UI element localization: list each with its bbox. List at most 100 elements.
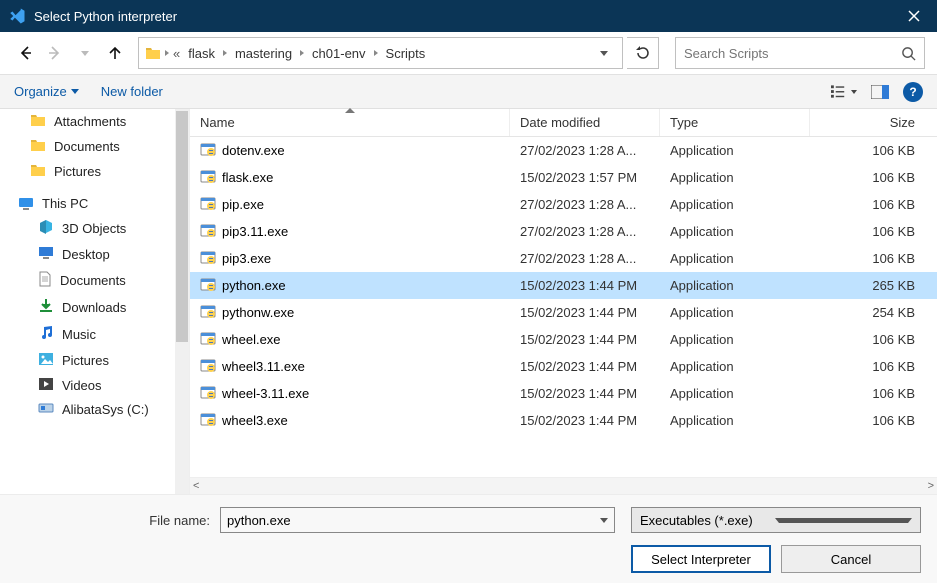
exe-icon bbox=[200, 195, 216, 214]
refresh-button[interactable] bbox=[627, 37, 659, 69]
sidebar-item[interactable]: Documents bbox=[0, 134, 189, 159]
window-title: Select Python interpreter bbox=[34, 9, 891, 24]
sidebar-item[interactable]: Music bbox=[0, 321, 189, 348]
path-dropdown[interactable] bbox=[592, 38, 616, 68]
sidebar-item[interactable]: Videos bbox=[0, 373, 189, 398]
chevron-right-icon bbox=[223, 50, 227, 56]
sidebar-scrollbar[interactable] bbox=[175, 109, 189, 494]
sidebar-this-pc[interactable]: This PC bbox=[0, 192, 189, 215]
breadcrumb-bar[interactable]: « flask mastering ch01-env Scripts bbox=[138, 37, 623, 69]
file-size: 106 KB bbox=[810, 137, 937, 164]
file-row[interactable]: pip3.exe27/02/2023 1:28 A...Application1… bbox=[190, 245, 937, 272]
column-headers: Name Date modified Type Size bbox=[190, 109, 937, 137]
file-row[interactable]: wheel3.exe15/02/2023 1:44 PMApplication1… bbox=[190, 407, 937, 434]
select-interpreter-button[interactable]: Select Interpreter bbox=[631, 545, 771, 573]
breadcrumb-segment[interactable]: ch01-env bbox=[308, 44, 369, 63]
sidebar-item[interactable]: 3D Objects bbox=[0, 215, 189, 242]
arrow-right-icon bbox=[47, 45, 63, 61]
sidebar-item[interactable]: Pictures bbox=[0, 348, 189, 373]
exe-icon bbox=[200, 357, 216, 376]
breadcrumb-segment[interactable]: mastering bbox=[231, 44, 296, 63]
search-icon bbox=[901, 46, 916, 61]
cancel-button[interactable]: Cancel bbox=[781, 545, 921, 573]
file-name: dotenv.exe bbox=[222, 143, 285, 158]
file-row[interactable]: flask.exe15/02/2023 1:57 PMApplication10… bbox=[190, 164, 937, 191]
sidebar-item[interactable]: Downloads bbox=[0, 294, 189, 321]
forward-button[interactable] bbox=[42, 40, 68, 66]
horizontal-scrollbar[interactable]: < > bbox=[190, 477, 937, 494]
exe-icon bbox=[200, 168, 216, 187]
exe-icon bbox=[200, 330, 216, 349]
sidebar-item[interactable]: AlibataSys (C:) bbox=[0, 398, 189, 421]
chevron-right-icon bbox=[300, 50, 304, 56]
column-header-date[interactable]: Date modified bbox=[510, 109, 660, 136]
organize-button[interactable]: Organize bbox=[14, 84, 79, 99]
file-name-input-wrapper[interactable] bbox=[220, 507, 615, 533]
item-icon bbox=[38, 219, 54, 238]
exe-icon bbox=[200, 222, 216, 241]
close-button[interactable] bbox=[891, 0, 937, 32]
file-size: 106 KB bbox=[810, 407, 937, 434]
search-box[interactable] bbox=[675, 37, 925, 69]
scroll-left-icon[interactable]: < bbox=[193, 480, 199, 492]
chevron-down-icon[interactable] bbox=[600, 518, 608, 523]
chevron-right-icon bbox=[374, 50, 378, 56]
file-date: 15/02/2023 1:57 PM bbox=[510, 164, 660, 191]
toolbar: Organize New folder ? bbox=[0, 75, 937, 109]
file-date: 27/02/2023 1:28 A... bbox=[510, 137, 660, 164]
column-header-size[interactable]: Size bbox=[810, 109, 937, 136]
breadcrumb-ellipsis[interactable]: « bbox=[173, 46, 180, 61]
sidebar-item[interactable]: Desktop bbox=[0, 242, 189, 267]
breadcrumb-segment[interactable]: flask bbox=[184, 44, 219, 63]
breadcrumb-segment[interactable]: Scripts bbox=[382, 44, 430, 63]
refresh-icon bbox=[635, 45, 651, 61]
file-type: Application bbox=[660, 272, 810, 299]
file-name: wheel3.11.exe bbox=[222, 359, 305, 374]
view-options-button[interactable] bbox=[831, 79, 857, 105]
file-type-filter[interactable]: Executables (*.exe) bbox=[631, 507, 921, 533]
organize-label: Organize bbox=[14, 84, 67, 99]
exe-icon bbox=[200, 384, 216, 403]
folder-icon bbox=[30, 113, 46, 130]
sidebar-item-label: Attachments bbox=[54, 114, 126, 129]
help-button[interactable]: ? bbox=[903, 82, 923, 102]
sidebar-item-label: AlibataSys (C:) bbox=[62, 402, 149, 417]
chevron-right-icon bbox=[165, 50, 169, 56]
item-icon bbox=[38, 352, 54, 369]
recent-dropdown[interactable] bbox=[72, 40, 98, 66]
file-name-input[interactable] bbox=[227, 513, 600, 528]
file-type: Application bbox=[660, 299, 810, 326]
file-row[interactable]: wheel-3.11.exe15/02/2023 1:44 PMApplicat… bbox=[190, 380, 937, 407]
column-header-name[interactable]: Name bbox=[190, 109, 510, 136]
new-folder-button[interactable]: New folder bbox=[101, 84, 163, 99]
file-row[interactable]: pip.exe27/02/2023 1:28 A...Application10… bbox=[190, 191, 937, 218]
sidebar-item[interactable]: Pictures bbox=[0, 159, 189, 184]
file-row[interactable]: dotenv.exe27/02/2023 1:28 A...Applicatio… bbox=[190, 137, 937, 164]
file-size: 106 KB bbox=[810, 191, 937, 218]
file-row[interactable]: pythonw.exe15/02/2023 1:44 PMApplication… bbox=[190, 299, 937, 326]
file-row[interactable]: wheel.exe15/02/2023 1:44 PMApplication10… bbox=[190, 326, 937, 353]
sidebar-item-label: Documents bbox=[54, 139, 120, 154]
file-row[interactable]: pip3.11.exe27/02/2023 1:28 A...Applicati… bbox=[190, 218, 937, 245]
file-size: 106 KB bbox=[810, 218, 937, 245]
sidebar-item[interactable]: Attachments bbox=[0, 109, 189, 134]
back-button[interactable] bbox=[12, 40, 38, 66]
file-row[interactable]: wheel3.11.exe15/02/2023 1:44 PMApplicati… bbox=[190, 353, 937, 380]
column-header-type[interactable]: Type bbox=[660, 109, 810, 136]
body: Attachments Documents Pictures This PC 3D … bbox=[0, 109, 937, 494]
file-type: Application bbox=[660, 353, 810, 380]
scroll-right-icon[interactable]: > bbox=[928, 480, 934, 492]
file-name: pip3.exe bbox=[222, 251, 271, 266]
title-bar: Select Python interpreter bbox=[0, 0, 937, 32]
close-icon bbox=[908, 10, 920, 22]
file-type: Application bbox=[660, 218, 810, 245]
up-button[interactable] bbox=[102, 40, 128, 66]
search-input[interactable] bbox=[684, 46, 901, 61]
sidebar-item-label: Pictures bbox=[62, 353, 109, 368]
scrollbar-thumb[interactable] bbox=[176, 111, 188, 342]
file-row[interactable]: python.exe15/02/2023 1:44 PMApplication2… bbox=[190, 272, 937, 299]
folder-icon bbox=[30, 163, 46, 180]
exe-icon bbox=[200, 276, 216, 295]
sidebar-item[interactable]: Documents bbox=[0, 267, 189, 294]
preview-pane-button[interactable] bbox=[867, 79, 893, 105]
